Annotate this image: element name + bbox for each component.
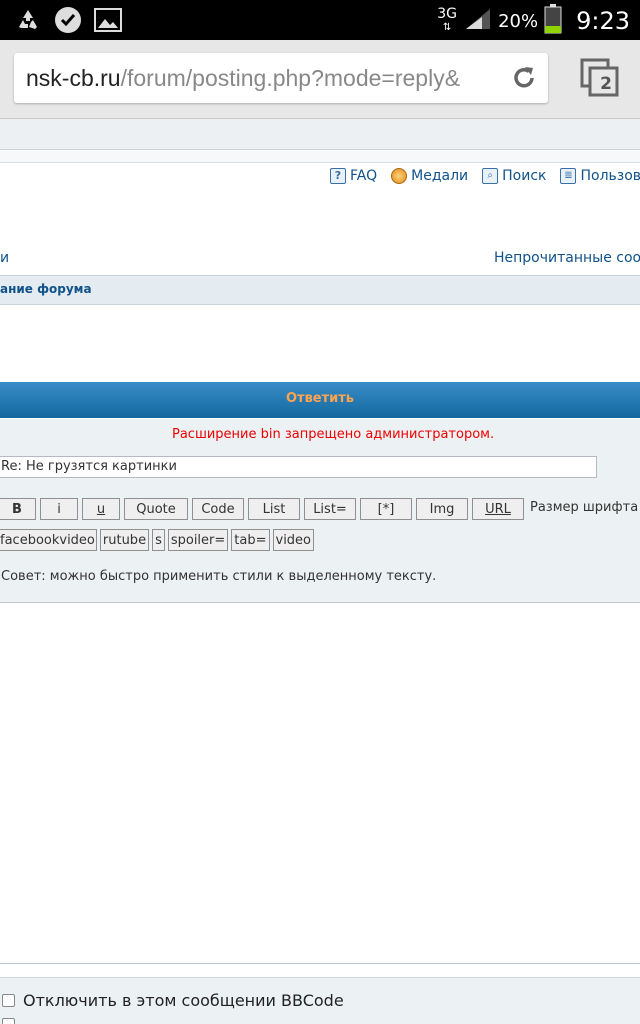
nav-faq[interactable]: ? FAQ bbox=[330, 168, 377, 184]
unread-posts-link[interactable]: Непрочитанные сооб bbox=[494, 250, 640, 266]
nav-search[interactable]: ⌕ Поиск bbox=[482, 168, 546, 184]
bbcode-toolbar-extra: facebookvideo rutube s spoiler= tab= vid… bbox=[0, 529, 315, 551]
image-icon bbox=[94, 6, 122, 34]
bbcode-video-button[interactable]: video bbox=[272, 529, 315, 551]
tabs-button[interactable]: 2 bbox=[580, 58, 620, 98]
forum-index-link[interactable]: ание форума bbox=[0, 282, 92, 296]
faq-icon: ? bbox=[330, 168, 346, 184]
battery-icon bbox=[544, 4, 562, 38]
bbcode-italic-button[interactable]: i bbox=[40, 498, 78, 520]
tab-count: 2 bbox=[600, 74, 612, 94]
url-path: /forum/posting.php?mode=reply& bbox=[120, 64, 461, 91]
nav-users[interactable]: ≣ Пользова bbox=[560, 168, 640, 184]
bbcode-underline-button[interactable]: u bbox=[82, 498, 120, 520]
message-textarea[interactable] bbox=[0, 602, 640, 964]
header-strip bbox=[0, 119, 640, 150]
network-indicator: 3G ⇅ bbox=[437, 6, 457, 33]
bbcode-tab-button[interactable]: tab= bbox=[231, 529, 270, 551]
disable-bbcode-checkbox[interactable] bbox=[2, 994, 15, 1007]
list-icon: ≣ bbox=[560, 168, 577, 184]
bbcode-quote-button[interactable]: Quote bbox=[124, 498, 188, 520]
bbcode-url-button[interactable]: URL bbox=[472, 498, 524, 520]
recycle-icon bbox=[14, 6, 42, 34]
disable-bbcode-option[interactable]: Отключить в этом сообщении BBCode bbox=[2, 991, 344, 1010]
bbcode-bold-button[interactable]: B bbox=[0, 498, 36, 520]
signal-icon bbox=[464, 7, 492, 35]
url-host: nsk-cb.ru bbox=[26, 64, 121, 91]
web-page: ? FAQ Медали ⌕ Поиск ≣ Пользова и Непроч… bbox=[0, 119, 640, 1024]
error-message: Расширение bin запрещено администратором… bbox=[172, 427, 495, 442]
bbcode-rutube-button[interactable]: rutube bbox=[99, 529, 150, 551]
reload-icon[interactable] bbox=[510, 64, 538, 92]
check-icon bbox=[54, 6, 82, 34]
second-option[interactable] bbox=[2, 1018, 23, 1024]
breadcrumb: ание форума bbox=[0, 275, 640, 305]
bbcode-facebookvideo-button[interactable]: facebookvideo bbox=[0, 529, 97, 551]
bbcode-strike-button[interactable]: s bbox=[152, 529, 165, 551]
bbcode-list-item-button[interactable]: [*] bbox=[360, 498, 412, 520]
status-bar: 3G ⇅ 20% 9:23 bbox=[0, 0, 640, 40]
reply-title: Ответить bbox=[285, 391, 355, 406]
bbcode-list-ordered-button[interactable]: List= bbox=[304, 498, 356, 520]
nav-faq-label: FAQ bbox=[350, 168, 378, 184]
browser-toolbar: nsk-cb.ru/forum/posting.php?mode=reply& … bbox=[0, 40, 640, 119]
subject-input[interactable]: Re: Не грузятся картинки bbox=[0, 456, 597, 478]
style-hint: Совет: можно быстро применить стили к вы… bbox=[1, 569, 437, 584]
nav-users-label: Пользова bbox=[580, 168, 640, 184]
bbcode-toolbar: B i u Quote Code List List= [*] Img URL bbox=[0, 498, 524, 520]
nav-medals[interactable]: Медали bbox=[391, 168, 468, 184]
second-option-checkbox[interactable] bbox=[2, 1018, 15, 1024]
nav-links: ? FAQ Медали ⌕ Поиск ≣ Пользова bbox=[330, 168, 640, 184]
battery-percent: 20% bbox=[498, 10, 539, 32]
clock: 9:23 bbox=[576, 7, 630, 35]
url-field[interactable]: nsk-cb.ru/forum/posting.php?mode=reply& bbox=[14, 53, 548, 103]
disable-bbcode-label: Отключить в этом сообщении BBCode bbox=[23, 991, 344, 1010]
medal-icon bbox=[391, 168, 408, 184]
bbcode-img-button[interactable]: Img bbox=[416, 498, 468, 520]
bbcode-spoiler-button[interactable]: spoiler= bbox=[167, 529, 229, 551]
nav-search-label: Поиск bbox=[502, 168, 547, 184]
nav-medals-label: Медали bbox=[411, 168, 469, 184]
posting-form: Расширение bin запрещено администратором… bbox=[0, 419, 640, 605]
header-strip-lower bbox=[0, 151, 640, 163]
post-options: Отключить в этом сообщении BBCode bbox=[0, 977, 640, 1024]
font-size-label: Размер шрифта bbox=[530, 500, 639, 515]
bbcode-list-button[interactable]: List bbox=[248, 498, 300, 520]
bbcode-code-button[interactable]: Code bbox=[192, 498, 244, 520]
reply-header: Ответить bbox=[0, 382, 640, 418]
search-icon: ⌕ bbox=[482, 168, 499, 184]
nav-left-fragment[interactable]: и bbox=[0, 250, 9, 266]
